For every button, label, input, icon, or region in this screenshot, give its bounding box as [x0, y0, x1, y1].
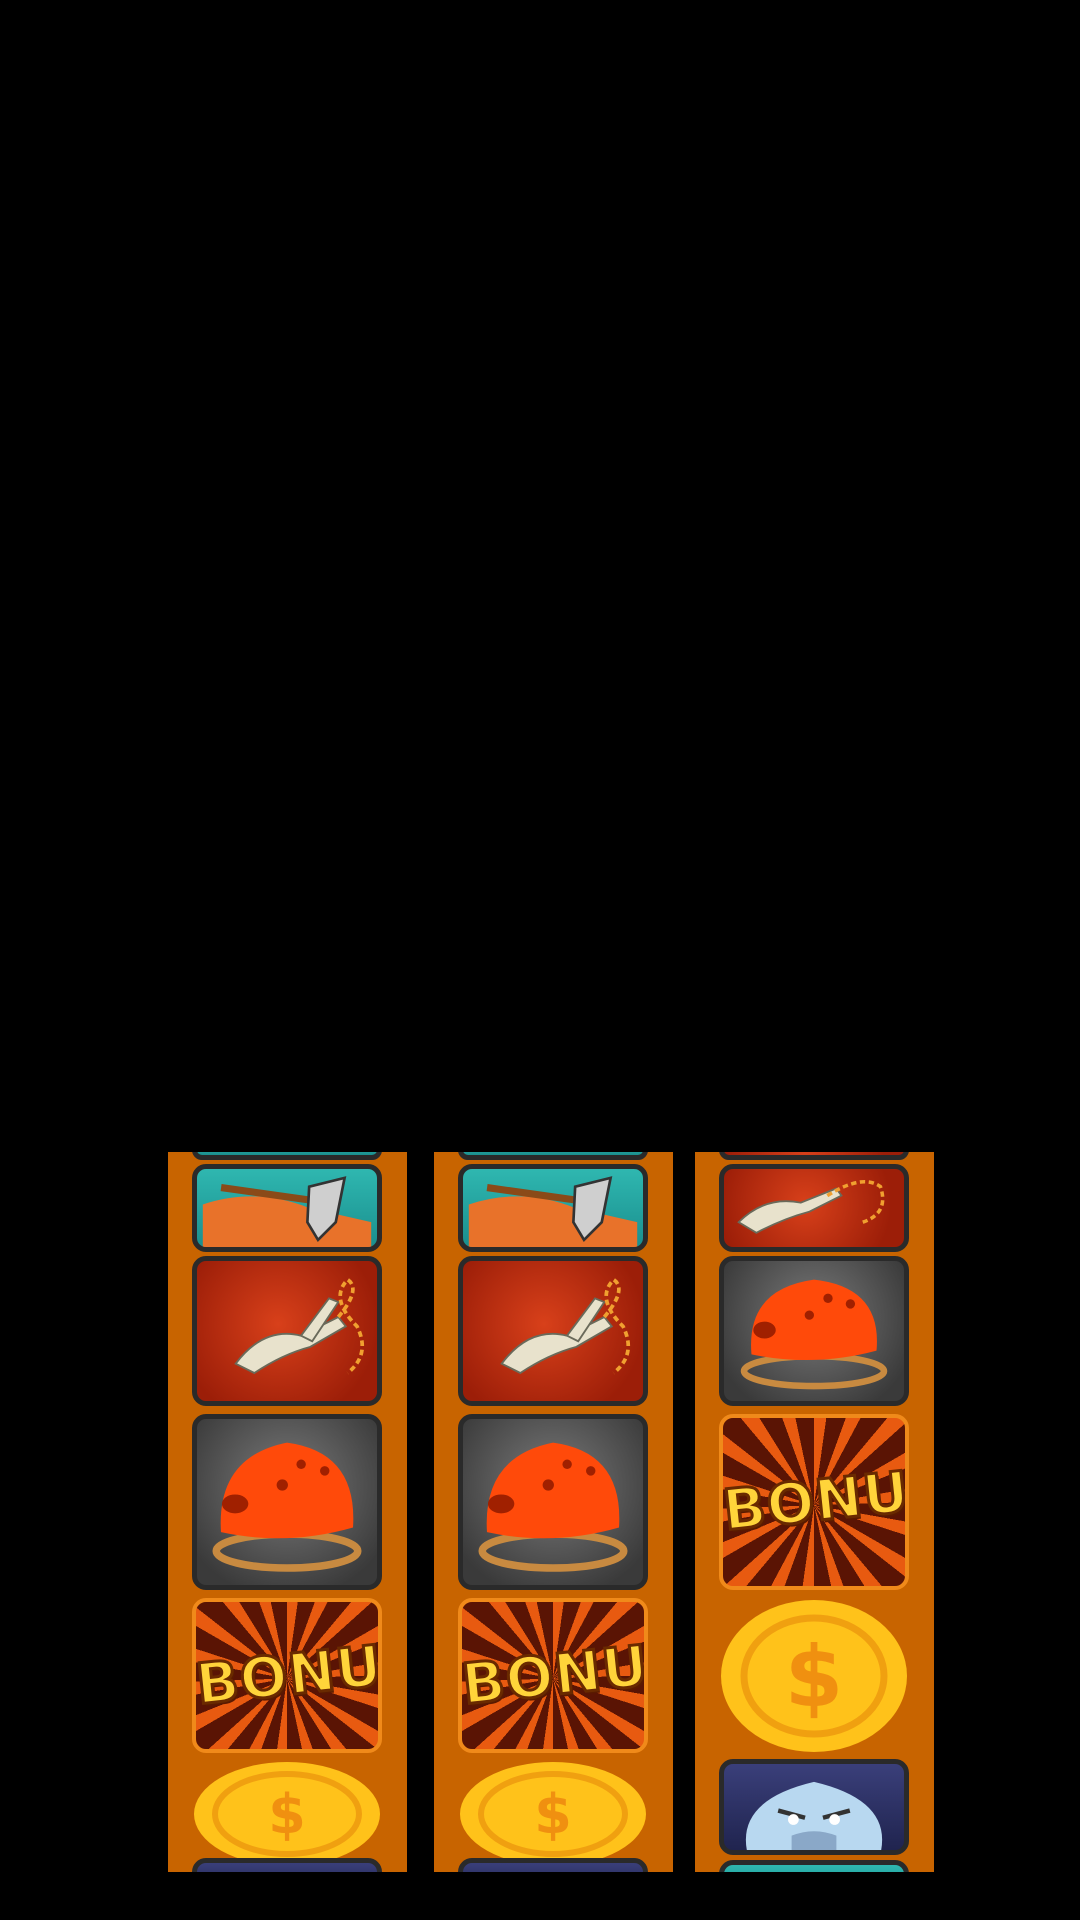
pick-axe-symbol [192, 1164, 382, 1252]
grappling-anchor-symbol [719, 1164, 909, 1252]
reel-1: BONUS $ [168, 1152, 407, 1872]
grappling-anchor-icon [500, 1277, 631, 1375]
climbing-helmet-symbol [719, 1256, 909, 1406]
grappling-anchor-symbol [458, 1256, 648, 1406]
pick-axe-symbol [458, 1164, 648, 1252]
gold-coin-symbol: $ [192, 1759, 382, 1859]
pick-axe-symbol [719, 1860, 909, 1872]
reel-2: BONUS $ [434, 1152, 673, 1872]
pick-axe-symbol [458, 1152, 648, 1160]
climbing-helmet-symbol [192, 1414, 382, 1590]
svg-text:$: $ [534, 1783, 572, 1846]
dollar-coin-icon: $ [721, 1600, 907, 1752]
gold-coin-symbol: $ [719, 1598, 909, 1753]
pick-axe-icon [202, 1176, 372, 1247]
pick-axe-symbol [192, 1152, 382, 1160]
gold-coin-symbol: $ [458, 1759, 648, 1859]
bonus-symbol: BONUS [192, 1598, 382, 1753]
bonus-label: BONUS [193, 1627, 382, 1718]
svg-text:$: $ [785, 1628, 843, 1726]
yeti-face-icon [745, 1781, 883, 1850]
climbing-helmet-icon [740, 1279, 888, 1390]
bonus-symbol: BONUS [719, 1414, 909, 1590]
yeti-symbol [458, 1858, 648, 1872]
dollar-coin-icon: $ [460, 1762, 646, 1859]
climbing-helmet-symbol [458, 1414, 648, 1590]
climbing-helmet-icon [212, 1442, 362, 1572]
bonus-label: BONUS [459, 1627, 648, 1718]
pick-axe-icon [468, 1176, 638, 1247]
svg-text:$: $ [268, 1783, 306, 1846]
dollar-coin-icon: $ [194, 1762, 380, 1859]
grappling-anchor-icon [737, 1179, 885, 1234]
bonus-symbol: BONUS [458, 1598, 648, 1753]
climbing-helmet-icon [478, 1442, 628, 1572]
grappling-anchor-symbol [192, 1256, 382, 1406]
grappling-anchor-icon [234, 1277, 365, 1375]
yeti-symbol [719, 1759, 909, 1855]
grappling-anchor-symbol [719, 1152, 909, 1160]
bonus-label: BONUS [720, 1454, 909, 1545]
reel-3: BONUS $ [695, 1152, 934, 1872]
yeti-symbol [192, 1858, 382, 1872]
